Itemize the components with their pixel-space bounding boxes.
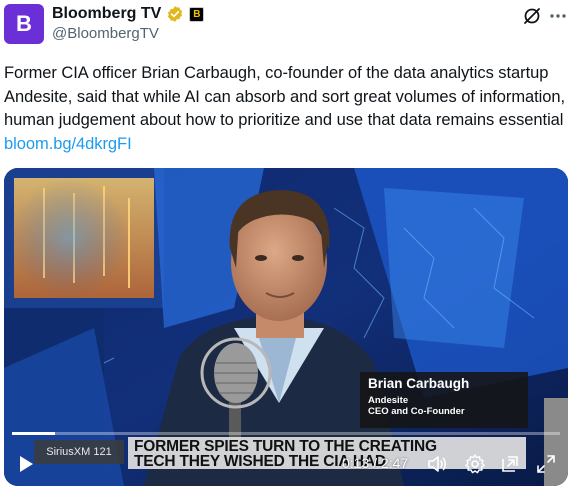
tweet-link[interactable]: bloom.bg/4dkrgFI xyxy=(4,135,132,153)
more-icon[interactable] xyxy=(548,6,568,26)
progress-fill xyxy=(12,432,55,435)
lower-third: Brian Carbaugh Andesite CEO and Co-Found… xyxy=(360,372,528,428)
grok-icon[interactable] xyxy=(522,6,542,26)
avatar[interactable]: B xyxy=(4,4,44,44)
time-display: 0:13 / 2:47 xyxy=(342,455,409,471)
affiliate-badge-icon[interactable]: B xyxy=(189,6,205,22)
pip-icon[interactable] xyxy=(498,452,522,476)
handle[interactable]: @BloombergTV xyxy=(52,25,159,42)
volume-icon[interactable] xyxy=(425,452,449,476)
tweet-header: B Bloomberg TV B @BloombergTV xyxy=(0,0,570,56)
tweet-text: Former CIA officer Brian Carbaugh, co-fo… xyxy=(4,62,568,156)
channel-label: SiriusXM 121 xyxy=(34,440,124,464)
guest-name: Brian Carbaugh xyxy=(368,376,470,391)
fullscreen-icon[interactable] xyxy=(534,452,558,476)
display-name[interactable]: Bloomberg TV xyxy=(52,5,161,23)
play-icon[interactable] xyxy=(14,452,38,476)
name-row: Bloomberg TV B xyxy=(52,4,205,24)
tweet-body: Former CIA officer Brian Carbaugh, co-fo… xyxy=(4,64,566,129)
settings-icon[interactable] xyxy=(463,452,487,476)
guest-organization: Andesite xyxy=(368,395,409,406)
guest-role: CEO and Co-Founder xyxy=(368,406,465,417)
progress-bar[interactable] xyxy=(12,432,560,435)
video-player[interactable]: Brian Carbaugh Andesite CEO and Co-Found… xyxy=(4,168,568,486)
verified-badge-icon[interactable] xyxy=(166,5,184,23)
